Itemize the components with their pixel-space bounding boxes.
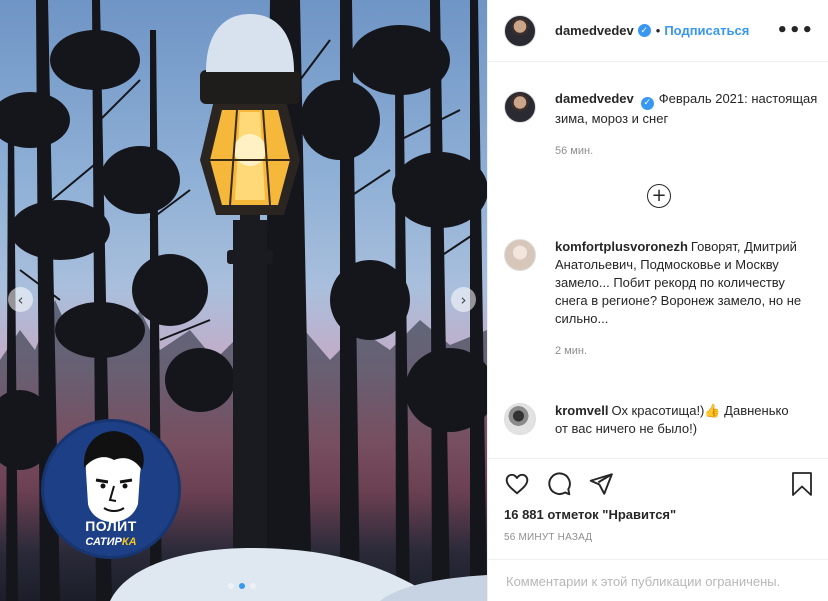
caption: damedvedev ✓ Февраль 2021: настоящая зима,… xyxy=(504,90,819,160)
post-header: damedvedev ✓ • Подписаться ••• xyxy=(488,0,828,62)
post-photo[interactable]: ПОЛИТ САТИРКА ‹ › xyxy=(0,0,487,601)
comment-icon[interactable] xyxy=(546,471,572,497)
post-timestamp[interactable]: 56 минут назад xyxy=(504,532,592,543)
comment-item: komfortplusvoronezh Говорят, Дмитрий Анат… xyxy=(504,238,819,360)
comment-time[interactable]: 2 мин. xyxy=(555,342,805,360)
likes-count[interactable]: 16 881 отметок "Нравится" xyxy=(504,507,676,522)
load-more-comments-button[interactable]: + xyxy=(647,184,671,208)
action-icons xyxy=(504,471,614,497)
avatar[interactable] xyxy=(504,403,536,435)
comments-restricted-notice: Комментарии к этой публикации ограничены… xyxy=(488,559,828,601)
comment-body: komfortplusvoronezh Говорят, Дмитрий Анат… xyxy=(555,238,805,360)
slide-dot-active xyxy=(239,583,245,589)
verified-icon: ✓ xyxy=(640,96,654,110)
watermark-subtitle-highlight: КА xyxy=(121,536,137,548)
slide-dot xyxy=(250,583,256,589)
watermark-subtitle-part: САТИР xyxy=(85,536,122,548)
separator: • xyxy=(655,23,661,38)
watermark-logo: ПОЛИТ САТИРКА xyxy=(41,419,181,559)
more-options-icon[interactable]: ••• xyxy=(776,20,814,41)
watermark-subtitle: САТИРКА xyxy=(44,536,178,548)
comment-item: kromvell Ох красотища!)👍 Давненько от вас… xyxy=(504,402,819,438)
comments-list[interactable]: damedvedev ✓ Февраль 2021: настоящая зима,… xyxy=(488,62,828,458)
caption-body: damedvedev ✓ Февраль 2021: настоящая зима,… xyxy=(555,90,819,160)
next-slide-button[interactable]: › xyxy=(451,287,476,312)
post-actions: 16 881 отметок "Нравится" 56 минут назад… xyxy=(488,458,828,601)
previous-slide-button[interactable]: ‹ xyxy=(8,287,33,312)
slide-dot xyxy=(228,583,234,589)
caption-author[interactable]: damedvedev xyxy=(555,91,634,106)
comment-body: kromvell Ох красотища!)👍 Давненько от вас… xyxy=(555,402,805,438)
watermark-title: ПОЛИТ xyxy=(85,518,137,534)
post-sidebar: damedvedev ✓ • Подписаться ••• damedvede… xyxy=(487,0,828,601)
avatar[interactable] xyxy=(504,91,536,123)
comment-author[interactable]: kromvell xyxy=(555,403,608,418)
heart-icon[interactable] xyxy=(504,471,530,497)
follow-button[interactable]: Подписаться xyxy=(664,23,749,38)
slide-indicator xyxy=(228,583,256,589)
share-icon[interactable] xyxy=(588,471,614,497)
caption-time[interactable]: 56 мин. xyxy=(555,142,819,160)
avatar[interactable] xyxy=(504,14,536,47)
comment-author[interactable]: komfortplusvoronezh xyxy=(555,239,688,254)
bookmark-icon[interactable] xyxy=(790,471,814,497)
verified-icon: ✓ xyxy=(637,24,651,37)
author-username[interactable]: damedvedev xyxy=(555,23,634,38)
avatar[interactable] xyxy=(504,239,536,271)
